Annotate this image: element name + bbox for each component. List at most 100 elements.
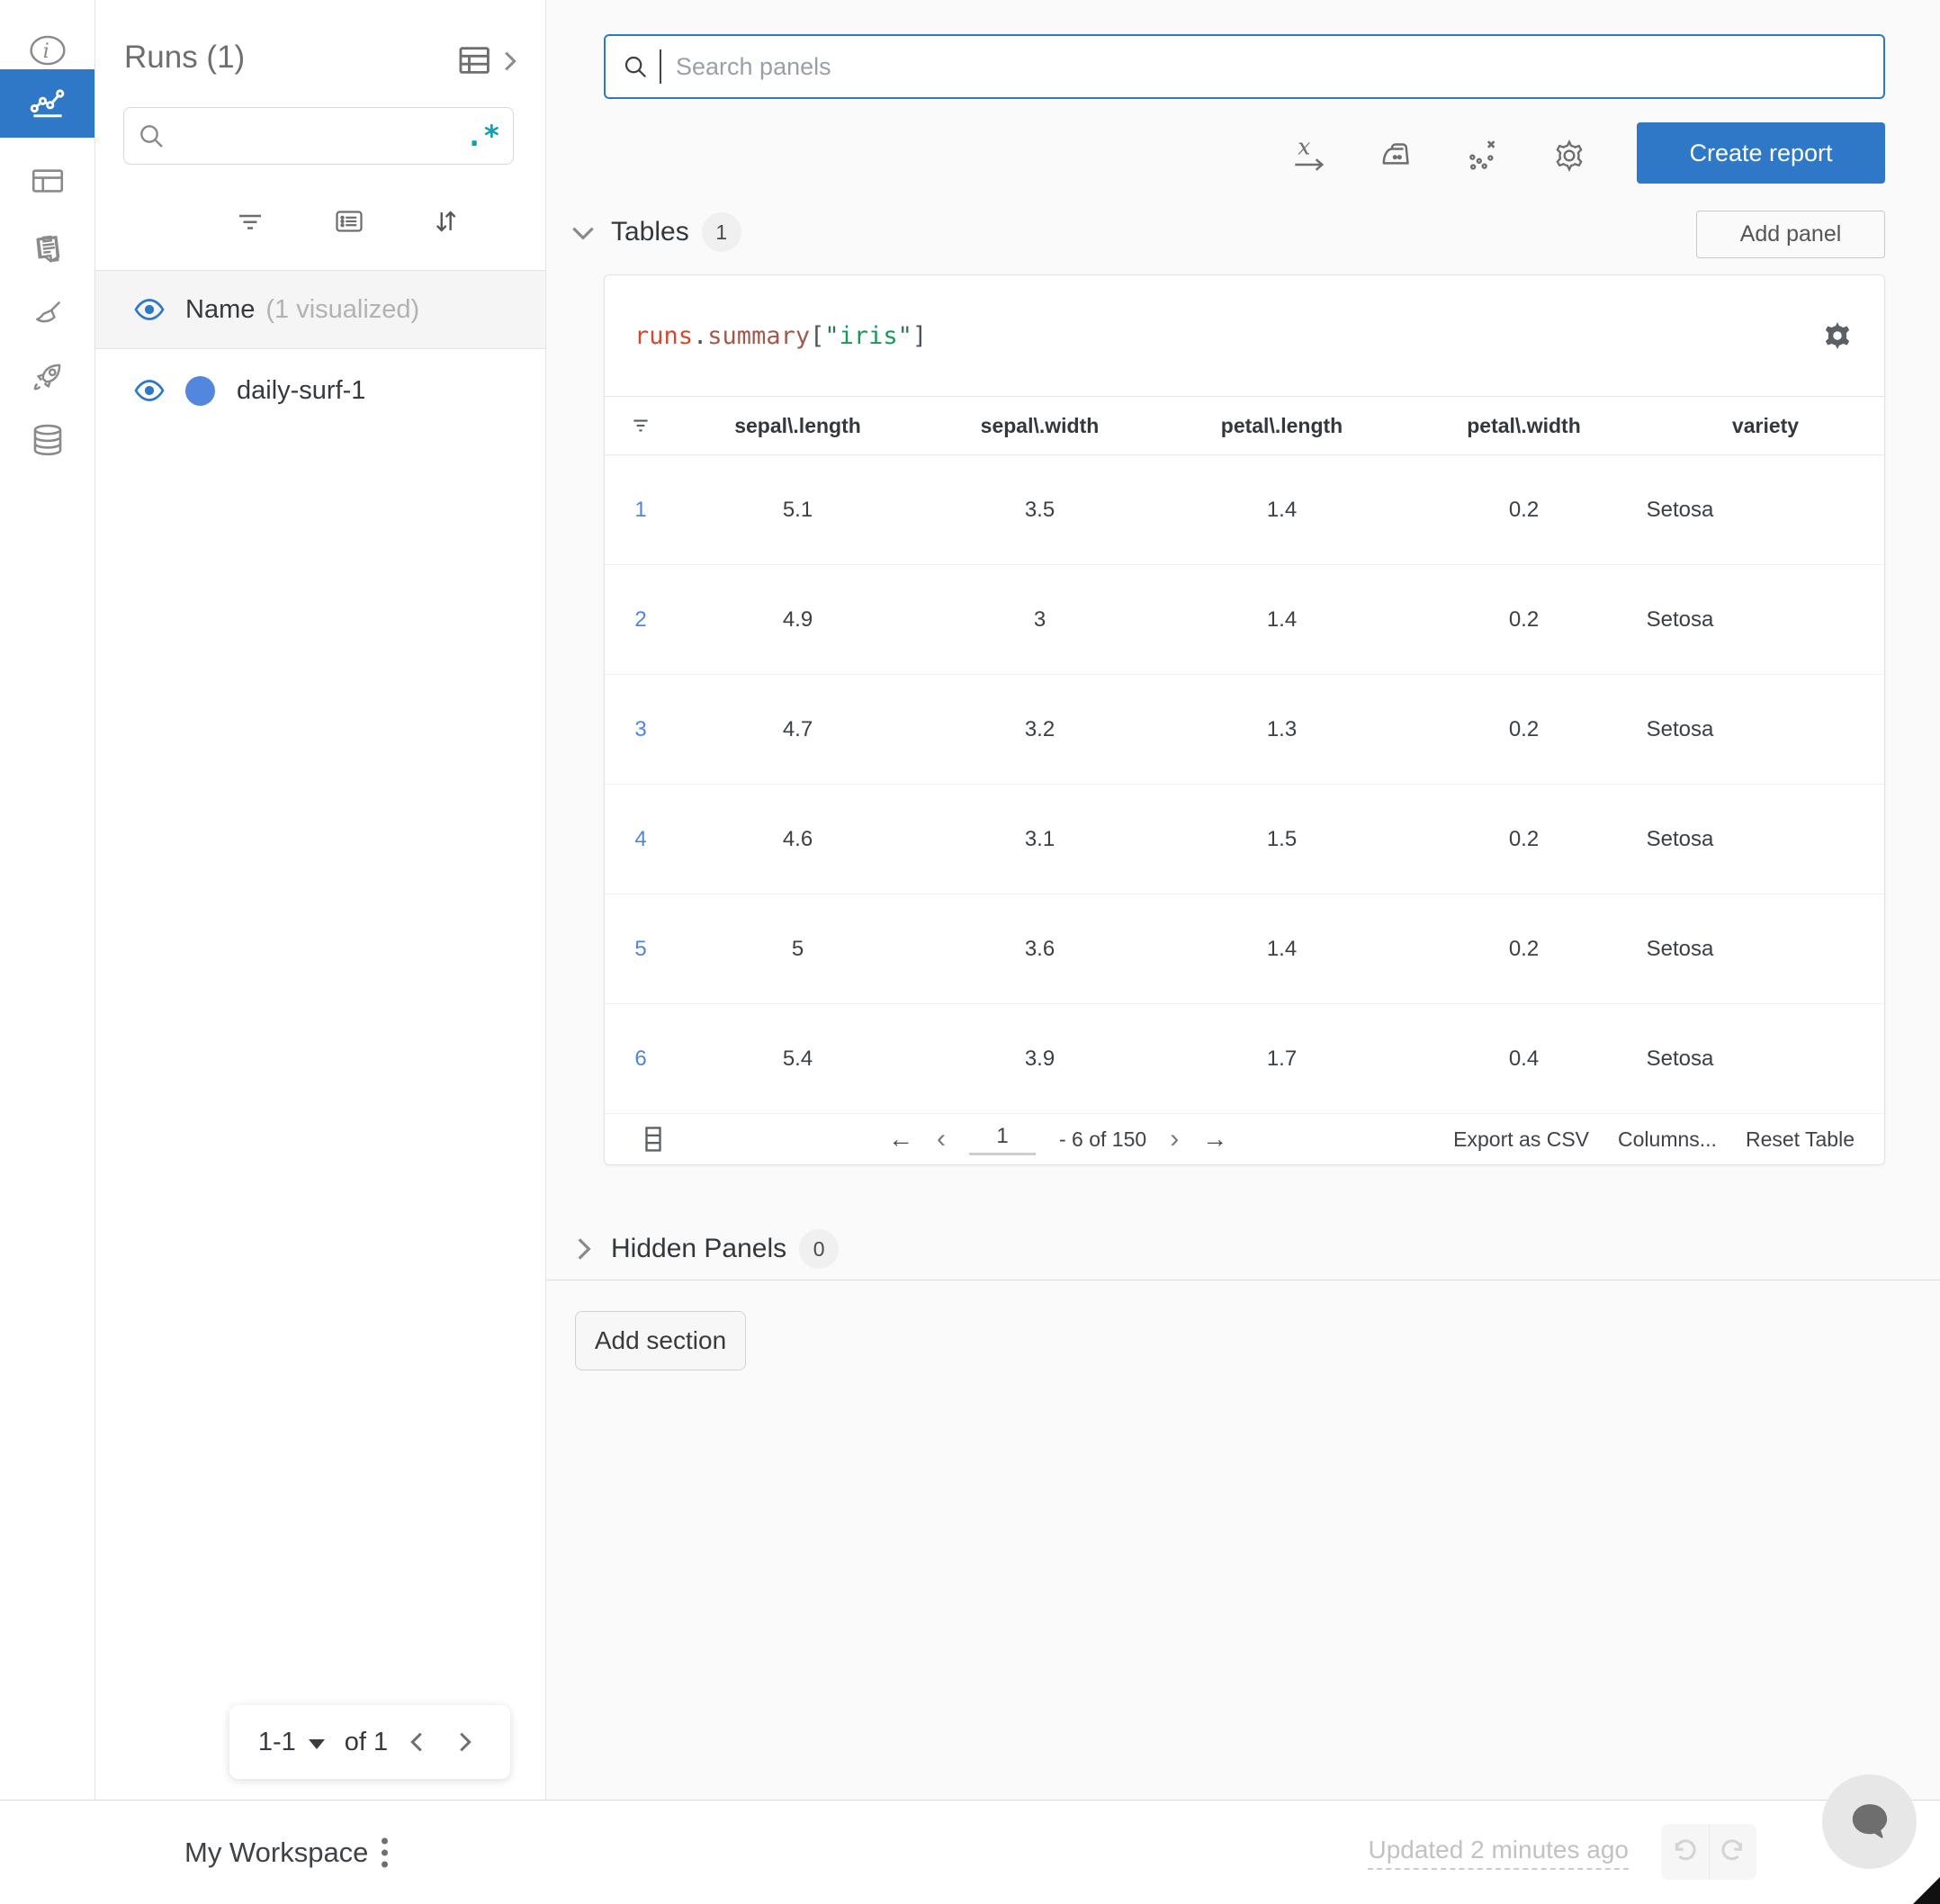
workspace-name-label[interactable]: My Workspace [184, 1837, 368, 1869]
line-chart-icon[interactable] [0, 69, 94, 138]
table-cell: 1.4 [1266, 497, 1298, 522]
regex-toggle[interactable]: .* [465, 121, 500, 150]
create-report-button[interactable]: Create report [1637, 122, 1885, 184]
row-index-link[interactable]: 5 [605, 937, 677, 962]
redo-button[interactable] [1708, 1824, 1757, 1880]
columns-button[interactable]: Columns... [1618, 1127, 1717, 1152]
settings-gear-icon[interactable] [1551, 135, 1587, 176]
table-row: 1 5.1 3.5 1.4 0.2 Setosa [605, 455, 1884, 565]
panel-settings-gear-icon[interactable] [1820, 319, 1855, 353]
workspace-menu-kebab-icon[interactable] [376, 1832, 393, 1873]
table-cell: 1.5 [1266, 826, 1298, 851]
add-section-button[interactable]: Add section [575, 1311, 746, 1370]
eye-visible-icon[interactable] [133, 379, 166, 402]
updated-timestamp[interactable]: Updated 2 minutes ago [1368, 1836, 1629, 1870]
run-search-box: .* [123, 107, 514, 165]
page-size-dropdown-icon[interactable] [308, 1738, 325, 1749]
chevron-right-icon[interactable] [568, 1234, 598, 1264]
svg-text:i: i [42, 40, 49, 63]
undo-button[interactable] [1661, 1824, 1709, 1880]
filter-runs-button[interactable] [223, 194, 277, 248]
column-header[interactable]: petal\.width [1403, 414, 1645, 438]
table-cell: 0.2 [1508, 716, 1540, 741]
column-filter-icon[interactable] [605, 414, 677, 437]
table-cell: 5.4 [782, 1046, 813, 1071]
expand-runs-table-button[interactable] [457, 43, 518, 79]
column-header[interactable]: variety [1645, 414, 1886, 438]
runs-pagination: 1-1 of 1 [229, 1705, 510, 1779]
rocket-icon[interactable] [0, 343, 94, 411]
row-index-link[interactable]: 4 [605, 827, 677, 852]
tables-section-label[interactable]: Tables [611, 217, 689, 247]
x-axis-settings-icon[interactable]: x [1292, 135, 1328, 176]
next-page-chevron[interactable]: › [1170, 1124, 1179, 1154]
table-cell: 0.2 [1508, 936, 1540, 961]
row-index-link[interactable]: 3 [605, 717, 677, 742]
eye-visible-icon[interactable] [133, 298, 166, 321]
panel-header: runs.summary["iris"] [605, 275, 1884, 397]
column-header[interactable]: petal\.length [1161, 414, 1403, 438]
help-chat-button[interactable] [1822, 1774, 1917, 1869]
tables-count-badge: 1 [701, 212, 741, 252]
table-cell: 0.4 [1508, 1046, 1540, 1071]
table-body: 1 5.1 3.5 1.4 0.2 Setosa 2 4.9 3 1.4 0.2 Setosa 3 4.7… [605, 455, 1884, 1114]
add-panel-button[interactable]: Add panel [1696, 211, 1885, 258]
table-row: 5 5 3.6 1.4 0.2 Setosa [605, 894, 1884, 1004]
prev-page-button[interactable] [400, 1729, 435, 1756]
table-footer-actions: Export as CSV Columns... Reset Table [1453, 1127, 1884, 1152]
panel-title: runs.summary["iris"] [634, 321, 928, 350]
first-page-arrow[interactable]: ← [888, 1125, 913, 1154]
panel-search-input[interactable] [674, 51, 1867, 82]
prev-page-chevron[interactable]: ‹ [937, 1124, 946, 1154]
row-index-link[interactable]: 1 [605, 498, 677, 523]
smoothing-iron-icon[interactable] [1379, 135, 1415, 176]
run-row[interactable]: daily-surf-1 [94, 349, 545, 432]
next-page-button[interactable] [447, 1729, 481, 1756]
hidden-panels-label[interactable]: Hidden Panels [611, 1234, 786, 1264]
database-icon[interactable] [0, 406, 94, 474]
workspace-main: x [545, 0, 1940, 1800]
run-controls [94, 194, 545, 248]
row-index-link[interactable]: 6 [605, 1046, 677, 1072]
table-cell: 5 [791, 936, 804, 961]
table-footer: ← ‹ - 6 of 150 › → Export as CSV Columns… [605, 1114, 1884, 1164]
name-column-label: Name [185, 294, 256, 324]
page-number-input[interactable] [969, 1123, 1036, 1155]
table-row: 3 4.7 3.2 1.3 0.2 Setosa [605, 675, 1884, 785]
clipboard-icon[interactable] [0, 214, 94, 283]
table-cell: Setosa [1646, 936, 1714, 961]
row-index-link[interactable]: 2 [605, 607, 677, 633]
page-total-label: of 1 [344, 1727, 389, 1756]
chat-bubble-icon [1852, 1803, 1887, 1838]
column-header[interactable]: sepal\.width [919, 414, 1161, 438]
hidden-panels-header: Hidden Panels 0 [568, 1229, 840, 1269]
run-color-dot [185, 375, 215, 406]
table-cell: 3.9 [1024, 1046, 1055, 1071]
panels-icon[interactable] [0, 147, 94, 215]
table-cell: 1.3 [1266, 716, 1298, 741]
row-height-icon[interactable] [643, 1126, 663, 1153]
run-name[interactable]: daily-surf-1 [237, 376, 365, 406]
reset-table-button[interactable]: Reset Table [1746, 1127, 1855, 1152]
outliers-icon[interactable] [1465, 135, 1501, 176]
export-csv-button[interactable]: Export as CSV [1453, 1127, 1589, 1152]
hidden-panels-count-badge: 0 [799, 1229, 840, 1269]
chevron-right-icon [505, 51, 516, 71]
table-cell: Setosa [1646, 606, 1714, 632]
last-page-arrow[interactable]: → [1202, 1125, 1227, 1154]
table-cell: Setosa [1646, 1046, 1714, 1071]
table-row: 4 4.6 3.1 1.5 0.2 Setosa [605, 785, 1884, 894]
page-range-label[interactable]: 1-1 [258, 1728, 296, 1757]
run-search-input[interactable] [166, 121, 466, 151]
runs-name-header-row[interactable]: Name (1 visualized) [94, 270, 545, 349]
broom-icon[interactable] [0, 280, 94, 348]
column-header[interactable]: sepal\.length [677, 414, 919, 438]
chevron-down-icon[interactable] [568, 217, 598, 247]
table-pagination: ← ‹ - 6 of 150 › → [888, 1123, 1227, 1155]
group-runs-button[interactable] [322, 194, 376, 248]
svg-text:x: x [1298, 136, 1310, 159]
table-cell: 3.1 [1024, 826, 1055, 851]
window-corner [1913, 1877, 1940, 1904]
sort-runs-button[interactable] [418, 194, 472, 248]
table-cell: 0.2 [1508, 497, 1540, 522]
